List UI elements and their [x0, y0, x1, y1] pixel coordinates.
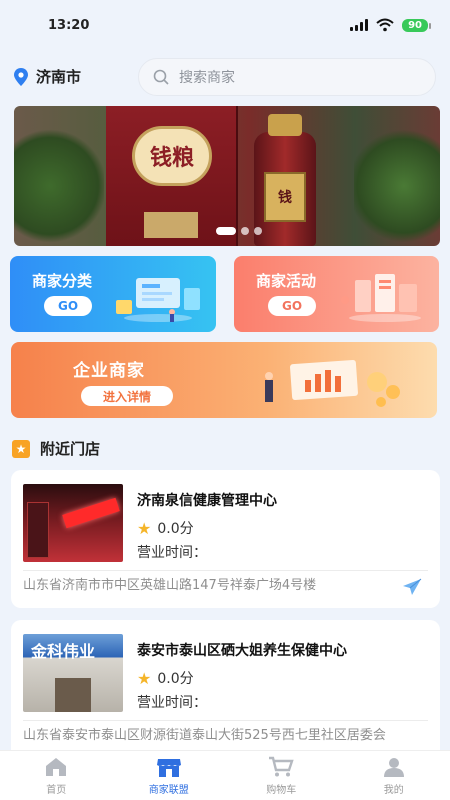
- business-illustration-icon: [265, 359, 400, 407]
- box-label: 钱粮: [132, 126, 212, 186]
- star-icon: ★: [137, 518, 152, 538]
- city-label: 济南市: [36, 68, 82, 86]
- banner-pagination: [216, 227, 262, 235]
- promo-banner[interactable]: 钱粮 钱: [14, 106, 440, 246]
- bottle-label: 钱: [264, 172, 306, 222]
- city-selector[interactable]: 济南市: [14, 66, 81, 87]
- store-address: 山东省济南市市中区英雄山路147号祥泰广场4号楼: [23, 578, 317, 593]
- enterprise-title: 企业商家: [73, 361, 145, 381]
- nearby-title: 附近门店: [40, 440, 101, 458]
- status-time: 13:20: [48, 17, 90, 33]
- location-pin-icon: [14, 67, 28, 86]
- store-rating-value: 0.0分: [157, 521, 194, 537]
- analytics-illustration-icon: [116, 278, 200, 322]
- store-thumbnail: 金科伟业: [23, 634, 123, 712]
- tab-profile[interactable]: 我的: [338, 751, 450, 800]
- liquor-bottle-image: 钱: [254, 114, 316, 246]
- store-thumbnail: [23, 484, 123, 562]
- star-badge-icon: ★: [12, 439, 30, 458]
- store-sign-text: 金科伟业: [31, 642, 96, 661]
- banner-dot[interactable]: [241, 227, 249, 235]
- tab-cart[interactable]: 购物车: [225, 751, 338, 800]
- activity-title: 商家活动: [256, 272, 317, 290]
- home-icon: [46, 757, 67, 776]
- bottom-tab-bar: 首页 商家联盟 购物车 我的: [0, 750, 450, 800]
- tab-label: 购物车: [266, 784, 297, 796]
- header: 济南市 搜索商家: [0, 58, 450, 96]
- enterprise-merchant-banner[interactable]: 企业商家 进入详情: [11, 342, 437, 418]
- divider: [23, 720, 428, 721]
- star-icon: ★: [137, 668, 152, 688]
- store-card[interactable]: 济南泉信健康管理中心 ★ 0.0分 营业时间： 山东省济南市市中区英雄山路147…: [11, 470, 440, 608]
- search-placeholder: 搜索商家: [179, 70, 235, 86]
- category-go-button[interactable]: GO: [44, 296, 92, 316]
- store-hours: 营业时间：: [137, 545, 207, 561]
- wifi-icon: [376, 18, 394, 32]
- store-rating: ★ 0.0分: [137, 518, 194, 538]
- store-hours: 营业时间：: [137, 695, 207, 711]
- store-address: 山东省泰安市泰山区财源街道泰山大街525号西七里社区居委会: [23, 728, 386, 743]
- battery-icon: 90: [402, 18, 431, 32]
- divider: [23, 570, 428, 571]
- enterprise-detail-button[interactable]: 进入详情: [81, 386, 173, 406]
- navigate-icon[interactable]: [402, 578, 422, 596]
- tab-label: 我的: [383, 784, 404, 796]
- cart-icon: [269, 756, 294, 776]
- store-card[interactable]: 金科伟业 泰安市泰山区硒大姐养生保健中心 ★ 0.0分 营业时间： 山东省泰安市…: [11, 620, 440, 760]
- search-icon: [153, 69, 169, 85]
- signal-icon: [350, 19, 369, 31]
- tab-merchant-alliance[interactable]: 商家联盟: [113, 751, 226, 800]
- plant-image: [354, 126, 440, 246]
- status-bar: 13:20 90: [0, 0, 450, 50]
- liquor-box-image: 钱粮: [106, 106, 238, 246]
- store-rating: ★ 0.0分: [137, 668, 194, 688]
- plant-image: [14, 126, 104, 246]
- tab-label: 商家联盟: [148, 784, 189, 796]
- activity-illustration-icon: [341, 274, 421, 322]
- merchant-activity-card[interactable]: 商家活动 GO: [234, 256, 439, 332]
- search-input[interactable]: 搜索商家: [138, 58, 436, 96]
- store-rating-value: 0.0分: [157, 671, 194, 687]
- activity-go-button[interactable]: GO: [268, 296, 316, 316]
- store-icon: [156, 758, 181, 777]
- tab-home[interactable]: 首页: [0, 751, 113, 800]
- category-title: 商家分类: [32, 272, 93, 290]
- banner-dot[interactable]: [216, 227, 236, 235]
- merchant-category-card[interactable]: 商家分类 GO: [10, 256, 216, 332]
- nearby-stores-heading: ★ 附近门店: [12, 438, 100, 459]
- banner-dot[interactable]: [254, 227, 262, 235]
- store-name: 泰安市泰山区硒大姐养生保健中心: [137, 643, 347, 659]
- profile-icon: [383, 757, 404, 777]
- tab-label: 首页: [46, 784, 67, 796]
- store-name: 济南泉信健康管理中心: [137, 493, 277, 509]
